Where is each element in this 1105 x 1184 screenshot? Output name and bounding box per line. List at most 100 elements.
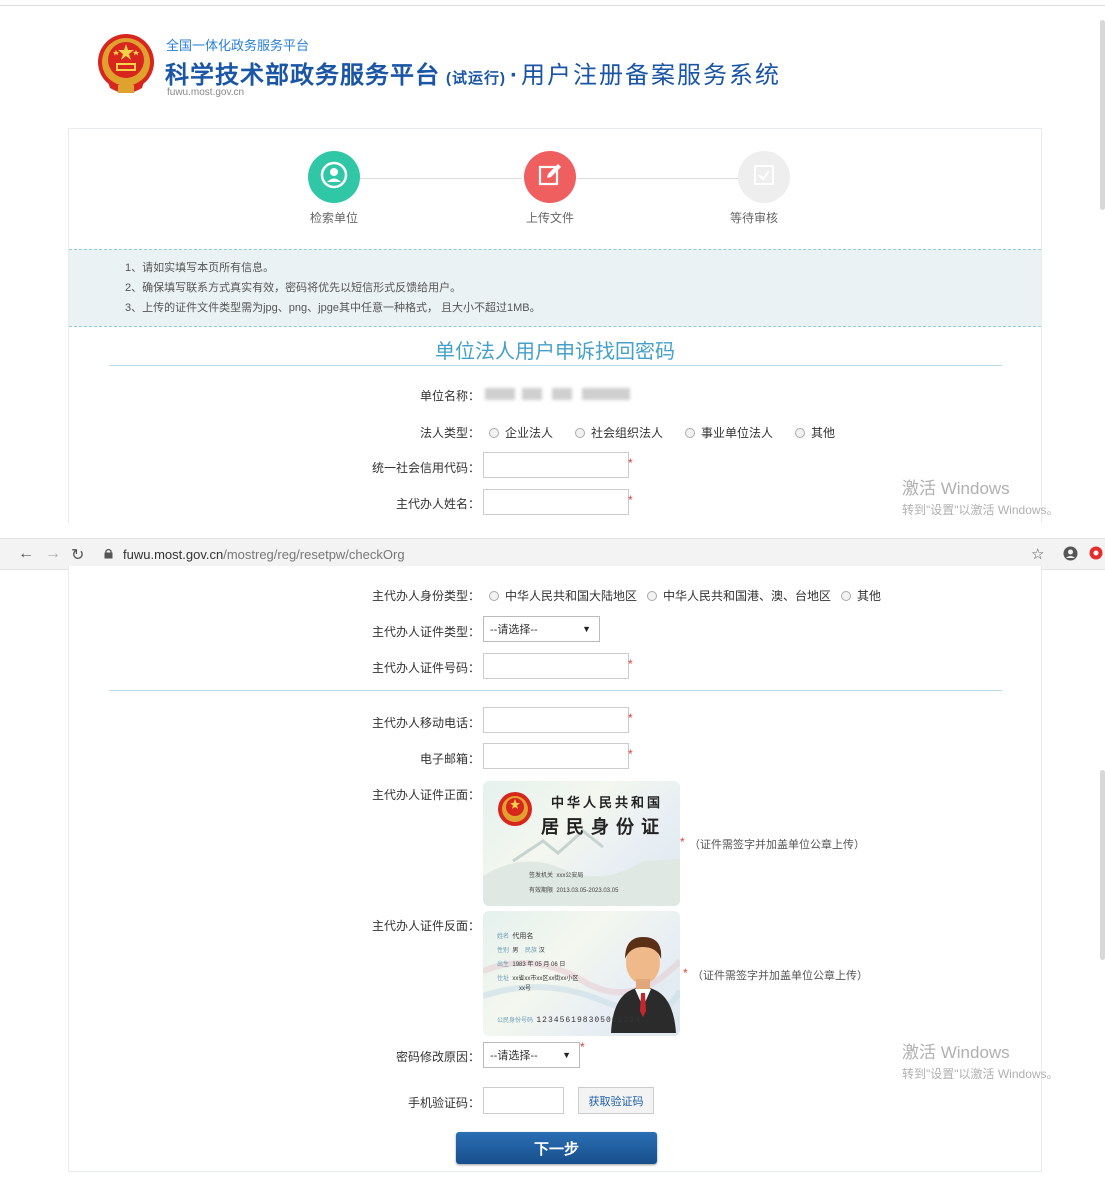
user-circle-icon xyxy=(320,161,348,194)
radio-other[interactable]: 其他 xyxy=(841,587,881,604)
id-front-authority: 签发机关 xxx公安局 xyxy=(529,873,584,879)
radio-circle[interactable] xyxy=(489,590,499,601)
windows-activation-watermark: 激活 Windows 转到"设置"以激活 Windows。 xyxy=(902,479,1059,517)
agent-cert-type-select[interactable]: --请选择-- ▼ xyxy=(483,616,600,642)
step-1-label: 检索单位 xyxy=(309,211,358,225)
star-icon[interactable]: ☆ xyxy=(1031,545,1044,563)
required-mark: * xyxy=(628,456,633,470)
step-2-label: 上传文件 xyxy=(525,211,574,225)
id-front-country: 中华人民共和国 xyxy=(551,795,664,810)
required-mark: * xyxy=(580,1040,585,1054)
id-back-address: 住址 xx省xx市xx区xx街xx小区 xyxy=(497,976,579,982)
reason-select[interactable]: --请选择-- ▼ xyxy=(483,1042,580,1068)
radio-circle[interactable] xyxy=(685,427,696,438)
required-mark: * xyxy=(628,493,633,507)
org-name-value-blurred xyxy=(582,388,630,400)
id-back-address-line2: xx号 xyxy=(519,986,532,992)
radio-circle[interactable] xyxy=(841,590,852,601)
agent-name-label: 主代办人姓名： xyxy=(395,497,480,511)
notice-box: 1、请如实填写本页所有信息。 2、确保填写联系方式真实有效，密码将优先以短信形式… xyxy=(69,249,1041,327)
credit-code-input[interactable] xyxy=(483,452,629,478)
required-mark: * xyxy=(683,966,688,980)
email-input[interactable] xyxy=(483,743,629,769)
id-back-birth: 出生 1983 年 05 月 06 日 xyxy=(497,962,566,968)
title-sub: 用户注册备案服务系统 xyxy=(521,62,781,89)
check-box-icon xyxy=(752,163,776,192)
title-dot: · xyxy=(510,62,519,89)
id-back-name: 姓名 代用名 xyxy=(497,933,534,940)
lock-icon xyxy=(104,548,113,562)
reload-icon[interactable]: ↻ xyxy=(71,545,84,565)
radio-enterprise[interactable]: 企业法人 xyxy=(489,424,553,441)
get-code-button[interactable]: 获取验证码 xyxy=(578,1087,654,1114)
email-label: 电子邮箱： xyxy=(419,752,480,766)
radio-mainland[interactable]: 中华人民共和国大陆地区 xyxy=(489,587,637,604)
radio-hk-mo-tw[interactable]: 中华人民共和国港、澳、台地区 xyxy=(647,587,831,604)
windows-activation-watermark: 激活 Windows 转到"设置"以激活 Windows。 xyxy=(902,1043,1059,1081)
radio-circle[interactable] xyxy=(575,427,586,438)
notice-item: 2、确保填写联系方式真实有效，密码将优先以短信形式反馈给用户。 xyxy=(125,282,462,294)
radio-other[interactable]: 其他 xyxy=(795,424,835,441)
radio-social-org[interactable]: 社会组织法人 xyxy=(575,424,663,441)
reason-label: 密码修改原因： xyxy=(395,1050,480,1064)
step-connector xyxy=(577,178,745,179)
national-emblem-logo xyxy=(94,30,158,98)
section-divider xyxy=(109,690,1002,691)
agent-mobile-input[interactable] xyxy=(483,707,629,733)
title-main: 科学技术部政务服务平台 xyxy=(165,62,440,89)
agent-mobile-label: 主代办人移动电话： xyxy=(371,716,480,730)
cert-front-label: 主代办人证件正面： xyxy=(371,788,480,802)
sms-code-input[interactable] xyxy=(483,1087,564,1114)
id-card-back-image[interactable]: 姓名 代用名 性别 男 民族 汉 出生 1983 年 05 月 06 日 住址 … xyxy=(483,911,680,1036)
legal-type-radio-group: 企业法人 社会组织法人 事业单位法人 其他 xyxy=(489,424,835,441)
id-front-validity: 有效期限 2013.03.05-2023.03.05 xyxy=(529,888,619,894)
id-back-sex-ethnic: 性别 男 民族 汉 xyxy=(497,948,545,954)
radio-circle[interactable] xyxy=(647,590,658,601)
cert-back-label: 主代办人证件反面： xyxy=(371,919,480,933)
required-mark: * xyxy=(628,747,633,761)
required-mark: * xyxy=(628,711,633,725)
step-3-label: 等待审核 xyxy=(729,211,778,225)
agent-cert-no-label: 主代办人证件号码： xyxy=(371,661,480,675)
page-title: 科学技术部政务服务平台 (试运行) ·用户注册备案服务系统 xyxy=(165,55,781,90)
next-step-button[interactable]: 下一步 xyxy=(456,1132,657,1164)
org-name-value-blurred xyxy=(522,388,542,400)
org-name-value-blurred xyxy=(552,388,572,400)
form-title: 单位法人用户申诉找回密码 xyxy=(435,341,675,363)
agent-cert-type-label: 主代办人证件类型： xyxy=(371,625,480,639)
org-name-label: 单位名称： xyxy=(419,389,480,403)
radio-institution[interactable]: 事业单位法人 xyxy=(685,424,773,441)
forward-arrow-icon[interactable]: → xyxy=(45,545,61,563)
required-mark: * xyxy=(628,657,633,671)
step-connector xyxy=(360,178,522,179)
title-trial: (试运行) xyxy=(446,70,506,87)
extension-icon[interactable] xyxy=(1089,546,1103,565)
back-arrow-icon[interactable]: ← xyxy=(18,545,34,563)
dropdown-arrow-icon: ▼ xyxy=(562,1050,571,1060)
agent-name-input[interactable] xyxy=(483,489,629,515)
agent-id-type-label: 主代办人身份类型： xyxy=(371,589,480,603)
cert-front-note: （证件需签字并加盖单位公章上传） xyxy=(689,839,865,851)
agent-cert-no-input[interactable] xyxy=(483,653,629,679)
sms-code-label: 手机验证码： xyxy=(407,1096,480,1110)
scrollbar-thumb-bottom[interactable] xyxy=(1100,770,1105,960)
notice-item: 1、请如实填写本页所有信息。 xyxy=(125,262,275,274)
cert-back-note: （证件需签字并加盖单位公章上传） xyxy=(692,970,868,982)
edit-icon xyxy=(537,162,563,193)
platform-subtitle: 全国一体化政务服务平台 xyxy=(166,38,310,53)
site-domain: fuwu.most.gov.cn xyxy=(167,87,245,98)
id-front-title: 居民身份证 xyxy=(541,817,666,837)
step-3-circle xyxy=(738,151,790,203)
profile-icon[interactable] xyxy=(1063,546,1078,566)
credit-code-label: 统一社会信用代码： xyxy=(371,461,480,475)
step-2-circle xyxy=(524,151,576,203)
radio-circle[interactable] xyxy=(795,427,806,438)
radio-circle[interactable] xyxy=(489,427,499,438)
step-1-circle xyxy=(308,151,360,203)
url-field[interactable]: fuwu.most.gov.cn/mostreg/reg/resetpw/che… xyxy=(123,547,405,562)
agent-id-type-radio-group: 中华人民共和国大陆地区 中华人民共和国港、澳、台地区 其他 xyxy=(489,587,881,604)
dropdown-arrow-icon: ▼ xyxy=(582,624,591,634)
site-header: 全国一体化政务服务平台 科学技术部政务服务平台 (试运行) ·用户注册备案服务系统 … xyxy=(0,0,1105,120)
org-name-value-blurred xyxy=(485,388,515,400)
id-card-front-image[interactable]: 中华人民共和国 居民身份证 签发机关 xxx公安局 有效期限 2013.03.0… xyxy=(483,781,680,906)
